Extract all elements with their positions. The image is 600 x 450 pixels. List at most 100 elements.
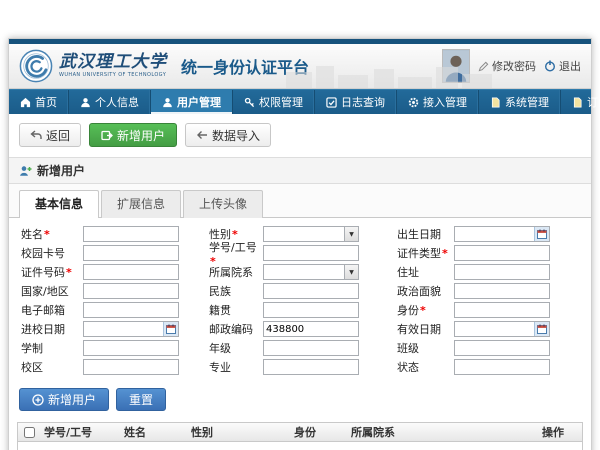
tab-basic-info[interactable]: 基本信息: [19, 190, 99, 218]
calendar-icon[interactable]: [534, 322, 549, 336]
field-email: 电子邮箱: [21, 301, 209, 319]
field-id-type: 证件类型*: [397, 244, 581, 262]
data-import-button[interactable]: 数据导入: [185, 123, 271, 147]
new-user-form: 姓名* 性别* ▼ 出生日期 校园卡号 学号/工号*: [9, 218, 591, 380]
calendar-icon[interactable]: [534, 227, 549, 241]
data-import-button-label: 数据导入: [212, 127, 260, 144]
column-header-name: 姓名: [120, 424, 187, 440]
country-input[interactable]: [84, 284, 178, 298]
id-number-input[interactable]: [84, 265, 178, 279]
field-label: 政治面貌: [397, 285, 441, 298]
identity-input[interactable]: [455, 303, 549, 317]
table-empty-body: [18, 442, 582, 450]
field-name: 姓名*: [21, 225, 209, 243]
nav-item-home[interactable]: 首页: [9, 90, 69, 114]
field-student-id: 学号/工号*: [209, 244, 397, 262]
nav-item-access-management[interactable]: 接入管理: [397, 90, 479, 114]
back-button[interactable]: 返回: [19, 123, 81, 147]
name-input[interactable]: [84, 227, 178, 241]
column-header-actions: 操作: [538, 424, 582, 440]
field-label: 校园卡号: [21, 247, 65, 260]
toolbar: 返回 新增用户 数据导入: [9, 114, 591, 157]
reset-button-label: 重置: [129, 391, 153, 408]
document-icon: [572, 97, 583, 108]
field-address: 住址: [397, 263, 581, 281]
field-label: 电子邮箱: [21, 304, 65, 317]
add-user-submit-button[interactable]: 新增用户: [19, 388, 109, 411]
user-icon: [80, 97, 91, 108]
field-campus-card: 校园卡号: [21, 244, 209, 262]
field-political-status: 政治面貌: [397, 282, 581, 300]
column-header-gender: 性别: [187, 424, 290, 440]
required-marker: *: [44, 228, 50, 241]
field-major: 专业: [209, 358, 397, 376]
nav-label: 订阅管理: [587, 94, 600, 110]
field-campus: 校区: [21, 358, 209, 376]
field-label: 学号/工号: [209, 241, 257, 254]
user-add-icon: [101, 130, 113, 141]
nav-label: 日志查询: [341, 94, 385, 110]
section-title: 新增用户: [37, 162, 85, 179]
field-label: 校区: [21, 361, 43, 374]
nav-item-permission-management[interactable]: 权限管理: [233, 90, 315, 114]
back-arrow-icon: [30, 130, 42, 140]
column-header-department: 所属院系: [347, 424, 538, 440]
field-ethnicity: 民族: [209, 282, 397, 300]
student-id-input[interactable]: [264, 246, 358, 260]
tab-bar: 基本信息 扩展信息 上传头像: [9, 184, 591, 218]
required-marker: *: [66, 266, 72, 279]
postal-code-input[interactable]: [264, 322, 358, 336]
political-status-input[interactable]: [455, 284, 549, 298]
new-user-button[interactable]: 新增用户: [89, 123, 177, 147]
field-valid-date: 有效日期: [397, 320, 581, 338]
field-label: 证件类型: [397, 247, 441, 260]
nav-label: 接入管理: [423, 94, 467, 110]
nav-item-system-management[interactable]: 系统管理: [479, 90, 561, 114]
required-marker: *: [442, 247, 448, 260]
new-user-button-label: 新增用户: [117, 127, 165, 144]
select-all-checkbox[interactable]: [24, 427, 35, 438]
email-input[interactable]: [84, 303, 178, 317]
chevron-down-icon[interactable]: ▼: [344, 265, 358, 279]
field-birth-date: 出生日期: [397, 225, 581, 243]
content-area: 返回 新增用户 数据导入 新增用户 基本信息 扩展信息 上传头像: [9, 114, 591, 450]
university-name-block: 武汉理工大学 WUHAN UNIVERSITY OF TECHNOLOGY: [59, 54, 167, 78]
field-label: 学制: [21, 342, 43, 355]
column-header-student-id: 学号/工号: [40, 424, 120, 440]
nav-item-subscription-management[interactable]: 订阅管理: [561, 90, 600, 114]
status-input[interactable]: [455, 360, 549, 374]
id-type-input[interactable]: [455, 246, 549, 260]
logout-label: 退出: [559, 58, 581, 74]
nav-item-log-query[interactable]: 日志查询: [315, 90, 397, 114]
nav-label: 用户管理: [177, 94, 221, 110]
nav-label: 权限管理: [259, 94, 303, 110]
field-label: 身份: [397, 304, 419, 317]
building-watermark: [286, 62, 496, 88]
back-button-label: 返回: [46, 127, 70, 144]
native-place-input[interactable]: [264, 303, 358, 317]
nav-item-user-management[interactable]: 用户管理: [151, 90, 233, 114]
field-label: 籍贯: [209, 304, 231, 317]
address-input[interactable]: [455, 265, 549, 279]
campus-card-input[interactable]: [84, 246, 178, 260]
campus-input[interactable]: [84, 360, 178, 374]
tab-upload-avatar[interactable]: 上传头像: [183, 190, 263, 218]
tab-extended-info[interactable]: 扩展信息: [101, 190, 181, 218]
schooling-length-input[interactable]: [84, 341, 178, 355]
field-label: 进校日期: [21, 323, 65, 336]
nav-label: 个人信息: [95, 94, 139, 110]
class-input[interactable]: [455, 341, 549, 355]
import-arrow-icon: [196, 130, 208, 140]
app-window: 武汉理工大学 WUHAN UNIVERSITY OF TECHNOLOGY 统一…: [8, 38, 592, 450]
ethnicity-input[interactable]: [264, 284, 358, 298]
nav-item-personal-info[interactable]: 个人信息: [69, 90, 151, 114]
nav-label: 系统管理: [505, 94, 549, 110]
major-input[interactable]: [264, 360, 358, 374]
field-label: 国家/地区: [21, 285, 69, 298]
grade-input[interactable]: [264, 341, 358, 355]
calendar-icon[interactable]: [163, 322, 178, 336]
chevron-down-icon[interactable]: ▼: [344, 227, 358, 241]
field-label: 邮政编码: [209, 323, 253, 336]
logout-link[interactable]: 退出: [544, 58, 581, 74]
reset-button[interactable]: 重置: [116, 388, 166, 411]
